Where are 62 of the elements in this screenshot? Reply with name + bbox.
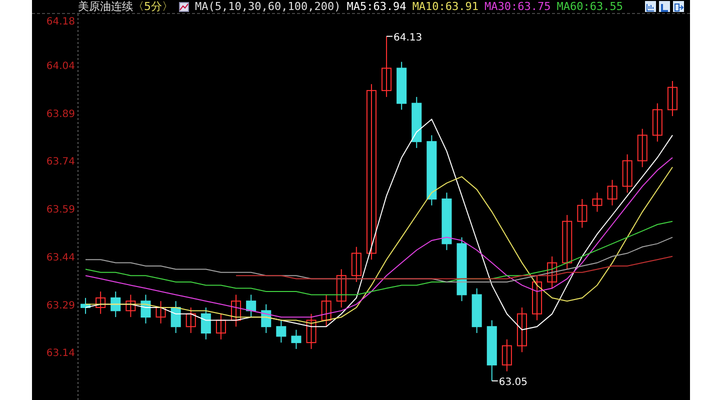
legend-value: MA60:63.55 (556, 0, 624, 13)
candlestick (516, 307, 527, 353)
candlestick (186, 307, 196, 334)
candlestick (276, 320, 286, 344)
candlestick (412, 96, 422, 148)
candlestick (607, 179, 618, 206)
indicator-label: MA(5,10,30,60,100,200) (195, 0, 341, 13)
candlestick (637, 128, 648, 168)
candlestick (382, 36, 392, 98)
candlestick (442, 192, 452, 251)
period-label: 〈5分〉 (133, 0, 173, 14)
candlestick (110, 291, 121, 318)
candlestick (261, 304, 272, 334)
y-tick-label: 63.44 (46, 252, 75, 264)
candlestick (502, 338, 512, 372)
y-tick-label: 63.89 (46, 108, 75, 120)
candlestick (216, 313, 226, 340)
candlestick (231, 294, 242, 328)
candlestick (532, 275, 542, 321)
candlestick (96, 291, 106, 314)
price-annotation: 63.05 (491, 376, 528, 388)
candlestick (547, 256, 558, 289)
legend-value: MA10:63.91 (412, 0, 479, 13)
y-tick-label: 63.14 (46, 348, 75, 360)
candlestick (562, 214, 572, 270)
candlestick (351, 246, 362, 282)
candlestick (396, 61, 407, 110)
candlestick (426, 134, 437, 206)
candlestick (456, 236, 467, 302)
candlestick (170, 300, 181, 334)
candlestick (126, 294, 136, 318)
candlestick (592, 192, 602, 212)
candlestick (291, 329, 302, 350)
candlestick (246, 294, 256, 318)
candlestick (200, 307, 211, 340)
candlestick (321, 294, 332, 328)
candlestick (652, 102, 662, 142)
y-tick-label: 63.29 (46, 300, 75, 312)
candlestick (336, 268, 346, 308)
candlestick (622, 154, 632, 194)
legend-value: MA30:63.75 (484, 0, 551, 13)
y-tick-label: 63.74 (46, 156, 75, 168)
candlestick (472, 288, 482, 334)
legend-value: MA5:63.94 (346, 0, 406, 13)
candlestick (577, 198, 588, 228)
candlestick (306, 313, 316, 350)
y-tick-label: 64.18 (46, 16, 75, 28)
chart-title: 美原油连续 (78, 0, 133, 14)
y-tick-label: 64.04 (46, 61, 75, 72)
candlestick (486, 320, 497, 382)
indicator-icon (179, 2, 189, 12)
chart-tool-button[interactable] (645, 1, 656, 12)
candlestick (80, 297, 91, 314)
candlestick (156, 300, 166, 324)
chart-tool-button[interactable] (659, 1, 670, 12)
candlestick (140, 294, 151, 324)
y-tick-label: 63.59 (46, 204, 75, 216)
annotation: 64.13 (394, 32, 422, 44)
exit-button[interactable] (673, 1, 684, 12)
annotation: 63.05 (498, 376, 528, 388)
candlestick (667, 80, 678, 117)
price-annotation: 64.13 (386, 32, 422, 44)
